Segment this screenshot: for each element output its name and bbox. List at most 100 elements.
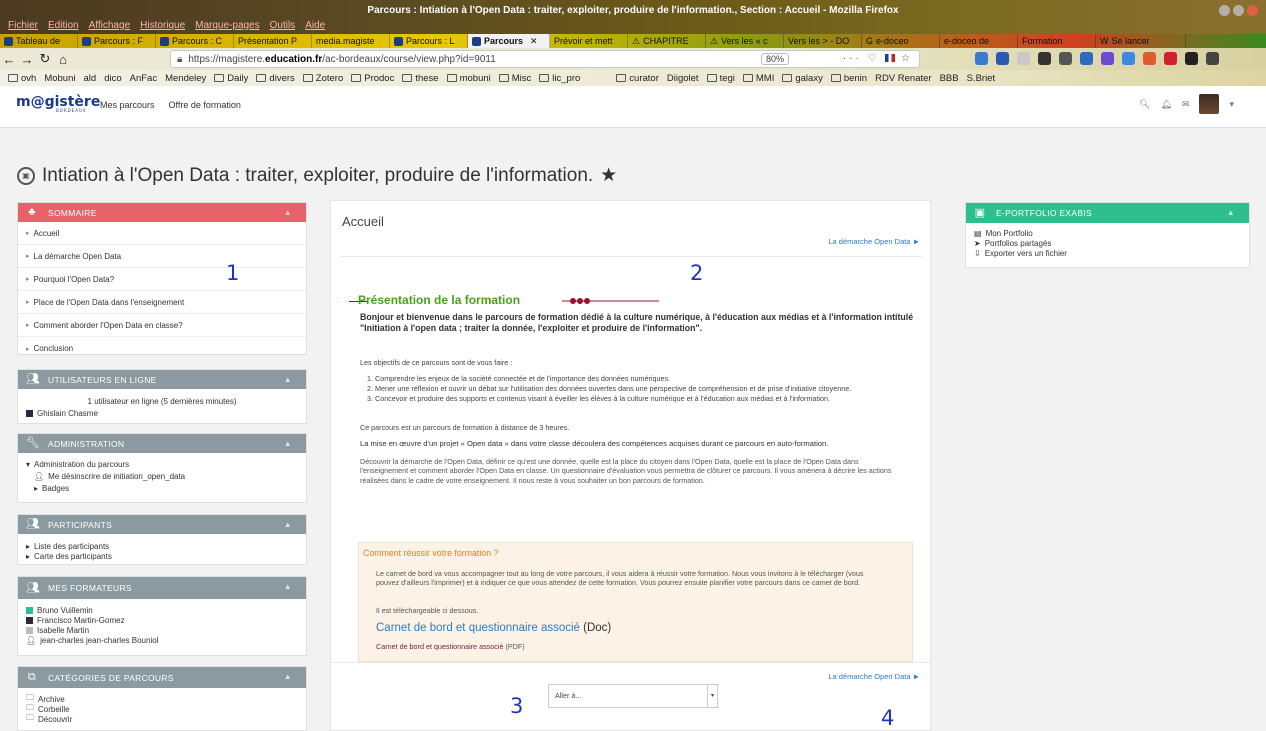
bookmark-item[interactable]: ovh: [8, 73, 36, 84]
bookmark-item[interactable]: Mobuni: [44, 73, 75, 84]
admin-badges[interactable]: ▸ Badges: [26, 483, 298, 493]
browser-tab[interactable]: media.magiste: [312, 34, 390, 48]
bookmark-item[interactable]: Mendeley: [165, 73, 206, 84]
bookmark-item[interactable]: galaxy: [782, 73, 823, 84]
messages-icon[interactable]: ✉: [1182, 99, 1190, 110]
bookmark-item[interactable]: RDV Renater: [875, 73, 932, 84]
site-logo[interactable]: m@gistère BORDEAUX: [16, 94, 100, 113]
bookmark-item[interactable]: Misc: [498, 73, 531, 84]
jump-to-select[interactable]: Aller à... ▾: [548, 684, 718, 708]
participants-map-link[interactable]: ▸ Carte des participants: [26, 551, 298, 561]
home-icon[interactable]: ⌂: [54, 52, 72, 67]
nav-mes-parcours[interactable]: Mes parcours: [100, 100, 155, 110]
formateur-item[interactable]: 👤︎ jean-charles jean-charles Bouniol: [26, 635, 298, 645]
bookmark-item[interactable]: benin: [830, 73, 867, 84]
block-header[interactable]: 🔧︎ ADMINISTRATION ▲: [18, 434, 306, 453]
close-window-button[interactable]: [1247, 5, 1258, 16]
collapse-icon[interactable]: ▲: [284, 439, 292, 448]
extension-icon[interactable]: [1059, 52, 1072, 65]
avatar[interactable]: [1199, 94, 1220, 114]
formateur-item[interactable]: Bruno Vuillemin: [26, 605, 298, 615]
menu-aide[interactable]: Aide: [305, 20, 325, 31]
forward-arrow-icon[interactable]: →: [18, 52, 36, 67]
extension-icon[interactable]: [1038, 52, 1051, 65]
maximize-button[interactable]: [1233, 5, 1244, 16]
bookmark-item[interactable]: Zotero: [302, 73, 343, 84]
sommaire-item-pourquoi[interactable]: Pourquoi l'Open Data?: [18, 268, 306, 291]
bookmark-item[interactable]: ald: [84, 73, 97, 84]
bookmark-item[interactable]: Daily: [214, 73, 248, 84]
menu-marque-pages[interactable]: Marque-pages: [195, 20, 259, 31]
bookmark-item[interactable]: dico: [104, 73, 121, 84]
download-icon[interactable]: [975, 52, 988, 65]
menu-fichier[interactable]: Fichier: [8, 20, 38, 31]
carnet-doc-link[interactable]: Carnet de bord et questionnaire associé …: [376, 622, 611, 634]
address-bar[interactable]: 🔒︎ https://magistere.education.fr/ac-bor…: [170, 50, 920, 68]
bookmark-item[interactable]: Diigolet: [667, 73, 699, 84]
browser-tab[interactable]: Tableau de: [0, 34, 78, 48]
extension-icon[interactable]: [1164, 52, 1177, 65]
extension-icon[interactable]: [1080, 52, 1093, 65]
formateur-item[interactable]: Isabelle Martin: [26, 625, 298, 635]
block-header[interactable]: ▣ E-PORTFOLIO EXABIS ▲: [966, 203, 1249, 223]
reload-icon[interactable]: ↻: [36, 51, 54, 67]
eportfolio-item[interactable]: ⇩ Exporter vers un fichier: [974, 248, 1241, 258]
extension-icon[interactable]: [1185, 52, 1198, 65]
participants-list-link[interactable]: ▸ Liste des participants: [26, 541, 298, 551]
browser-tab[interactable]: Parcours : L: [390, 34, 468, 48]
collapse-icon[interactable]: ▲: [284, 208, 292, 217]
admin-root[interactable]: ▾ Administration du parcours: [26, 459, 298, 469]
block-header[interactable]: 👥︎ MES FORMATEURS ▲: [18, 577, 306, 599]
online-user[interactable]: Ghislain Chasme: [26, 408, 298, 418]
back-arrow-icon[interactable]: ←: [0, 52, 18, 67]
extension-icon[interactable]: [1143, 52, 1156, 65]
collapse-icon[interactable]: ▲: [284, 375, 292, 384]
browser-tab[interactable]: Parcours : F: [78, 34, 156, 48]
menu-affichage[interactable]: Affichage: [89, 20, 131, 31]
extension-icon[interactable]: [1101, 52, 1114, 65]
admin-unenrol[interactable]: 👤︎ Me désinscrire de initiation_open_data: [26, 471, 298, 481]
block-header[interactable]: ⧉ CATÉGORIES DE PARCOURS ▲: [18, 667, 306, 688]
bookmark-item[interactable]: these: [402, 73, 439, 84]
sommaire-item-demarche[interactable]: La démarche Open Data: [18, 245, 306, 268]
browser-tab[interactable]: Prévoir et mett: [550, 34, 628, 48]
sommaire-item-conclusion[interactable]: Conclusion: [18, 337, 306, 360]
extension-icon[interactable]: [996, 52, 1009, 65]
nav-offre-formation[interactable]: Offre de formation: [169, 100, 241, 110]
browser-tab[interactable]: Parcours : C: [156, 34, 234, 48]
page-actions[interactable]: ··· ♡ ☆: [843, 53, 913, 64]
close-tab-icon[interactable]: ✕: [530, 36, 538, 47]
next-section-link[interactable]: La démarche Open Data ►: [828, 672, 920, 681]
browser-tab[interactable]: e-doceo de: [940, 34, 1018, 48]
sommaire-item-accueil[interactable]: Accueil: [18, 222, 306, 245]
browser-tab[interactable]: Ge-doceo: [862, 34, 940, 48]
extension-icon[interactable]: [1122, 52, 1135, 65]
browser-tab[interactable]: Vers les > - DO: [784, 34, 862, 48]
browser-tab[interactable]: W Se lancer: [1096, 34, 1186, 48]
extension-icon[interactable]: [1017, 52, 1030, 65]
eportfolio-item[interactable]: ▤ Mon Portfolio: [974, 228, 1241, 238]
block-header[interactable]: 👥︎ PARTICIPANTS ▲: [18, 515, 306, 534]
hamburger-menu-icon[interactable]: [1206, 52, 1219, 65]
bookmark-item[interactable]: mobuni: [446, 73, 491, 84]
notification-bell-icon[interactable]: 🔔︎: [1160, 99, 1171, 110]
menu-edition[interactable]: Edition: [48, 20, 79, 31]
bookmark-item[interactable]: BBB: [940, 73, 959, 84]
bookmark-item[interactable]: curator: [616, 73, 659, 84]
bookmark-item[interactable]: MMI: [742, 73, 774, 84]
star-icon[interactable]: ★: [600, 164, 617, 187]
sommaire-item-place[interactable]: Place de l'Open Data dans l'enseignement: [18, 291, 306, 314]
collapse-icon[interactable]: ▲: [1227, 208, 1235, 217]
carnet-pdf-link[interactable]: Carnet de bord et questionnaire associé …: [376, 642, 525, 651]
category-item[interactable]: 🗀︎ Corbeille: [26, 703, 298, 714]
bookmark-item[interactable]: AnFac: [130, 73, 157, 84]
eportfolio-item[interactable]: ➤ Portfolios partagés: [974, 238, 1241, 248]
zoom-level[interactable]: 80%: [760, 53, 789, 65]
sommaire-item-comment[interactable]: Comment aborder l'Open Data en classe?: [18, 314, 306, 337]
minimize-button[interactable]: [1219, 5, 1230, 16]
collapse-icon[interactable]: ▲: [284, 582, 292, 591]
bookmark-item[interactable]: lic_pro: [539, 73, 580, 84]
collapse-icon[interactable]: ▲: [284, 672, 292, 681]
collapse-icon[interactable]: ▲: [284, 520, 292, 529]
browser-tab[interactable]: ⚠ Vers les « c: [706, 34, 784, 48]
